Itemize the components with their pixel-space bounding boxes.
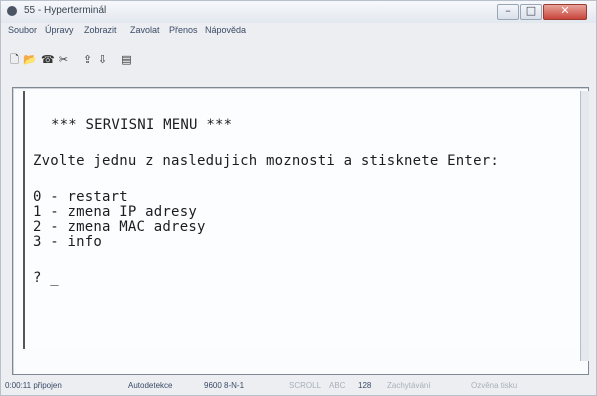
status-emulation: Autodetekce: [128, 381, 173, 390]
hyperterminal-app-icon: [7, 6, 17, 16]
status-connection-time: 0:00:11 připojen: [5, 381, 62, 390]
terminal-line: 2 - zmena MAC adresy: [33, 219, 206, 235]
send-icon[interactable]: ⇪: [81, 53, 94, 66]
open-icon[interactable]: 📂: [23, 53, 37, 66]
toolbar: 🗋 📂 ☎ ✂ ⇪ ⇩ ▤: [1, 53, 596, 71]
vertical-scrollbar[interactable]: [580, 91, 589, 361]
menu-upravy[interactable]: Úpravy: [45, 25, 74, 35]
menu-zavolat[interactable]: Zavolat: [130, 25, 160, 35]
hyperterminal-window: 55 - Hyperterminál – □ ✕ Soubor Úpravy Z…: [0, 0, 597, 396]
maximize-icon: □: [525, 4, 537, 17]
menu-zobrazit[interactable]: Zobrazit: [84, 25, 117, 35]
receive-icon[interactable]: ⇩: [96, 53, 109, 66]
terminal-screen[interactable]: *** SERVISNI MENU *** Zvolte jednu z nas…: [23, 91, 582, 349]
menu-prenos[interactable]: Přenos: [169, 25, 198, 35]
terminal-prompt: ? _: [33, 270, 59, 286]
status-print-echo: Ozvěna tisku: [471, 381, 518, 390]
terminal-line: *** SERVISNI MENU ***: [51, 117, 233, 133]
menu-bar: Soubor Úpravy Zobrazit Zavolat Přenos Ná…: [1, 24, 596, 39]
maximize-button[interactable]: □: [520, 4, 542, 20]
call-icon[interactable]: ☎: [41, 53, 55, 66]
close-icon: ✕: [560, 4, 570, 17]
disconnect-icon[interactable]: ✂: [57, 53, 70, 66]
terminal-line: 3 - info: [33, 234, 103, 250]
minimize-button[interactable]: –: [497, 4, 519, 20]
menu-soubor[interactable]: Soubor: [8, 25, 37, 35]
status-port-settings: 9600 8-N-1: [204, 381, 245, 390]
terminal-line: Zvolte jednu z nasledujich moznosti a st…: [33, 153, 499, 169]
window-title: 55 - Hyperterminál: [24, 5, 107, 16]
status-capture: Zachytávání: [387, 381, 431, 390]
status-caps: ABC: [329, 381, 346, 390]
terminal-line: 1 - zmena IP adresy: [33, 204, 197, 220]
menu-napoveda[interactable]: Nápověda: [205, 25, 246, 35]
close-button[interactable]: ✕: [543, 4, 587, 20]
properties-icon[interactable]: ▤: [120, 53, 133, 66]
terminal-line: 0 - restart: [33, 189, 128, 205]
status-scroll: SCROLL: [289, 381, 322, 390]
status-bar: 0:00:11 připojen Autodetekce 9600 8-N-1 …: [1, 377, 596, 395]
status-num: 128: [358, 381, 372, 390]
new-connection-icon[interactable]: 🗋: [8, 53, 21, 66]
title-bar[interactable]: 55 - Hyperterminál – □ ✕: [1, 1, 596, 23]
minimize-icon: –: [505, 4, 511, 17]
